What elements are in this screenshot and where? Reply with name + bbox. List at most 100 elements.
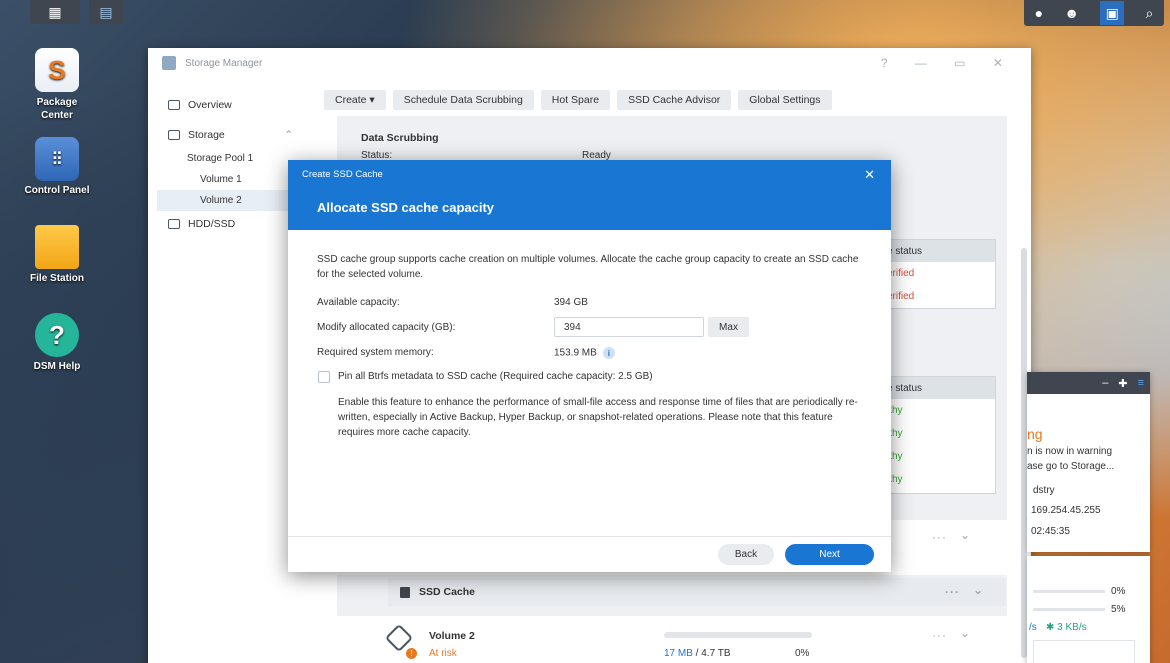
pin-metadata-label[interactable]: Pin all Btrfs metadata to SSD cache (Req…: [338, 371, 653, 382]
memory-value: 153.9 MB: [554, 347, 597, 359]
status-cell: lthy: [887, 451, 903, 462]
dialog-description: SSD cache group supports cache creation …: [317, 254, 859, 280]
data-scrubbing-title: Data Scrubbing: [361, 132, 439, 144]
net-download: ✱ 3 KB/s: [1046, 622, 1087, 633]
more-icon[interactable]: ···: [932, 530, 947, 544]
info-icon[interactable]: i: [602, 347, 615, 359]
main-menu-button[interactable]: ▦: [30, 0, 80, 24]
dialog-footer: Back Next: [288, 536, 891, 572]
usage-separator: /: [692, 648, 702, 659]
modify-capacity-label: Modify allocated capacity (GB):: [317, 322, 456, 333]
status-header: e status: [879, 377, 995, 399]
uptime: 02:45:35: [1031, 526, 1070, 537]
warning-icon: !: [406, 648, 417, 659]
ram-bar: [1033, 608, 1105, 611]
desktop-icon-control-panel[interactable]: ⫶⫶ Control Panel: [12, 137, 102, 196]
chevron-down-icon[interactable]: ⌄: [960, 626, 971, 640]
window-controls[interactable]: ? — ▭ ✕: [881, 56, 1015, 70]
chevron-down-icon[interactable]: ⌄: [973, 583, 984, 597]
memory-value-group: 153.9 MB i: [554, 347, 615, 359]
status-cell: lthy: [887, 405, 903, 416]
max-button[interactable]: Max: [708, 317, 749, 337]
system-health-widget: – ✚ ≡ ng n is now in warning ase go to S…: [1027, 372, 1150, 552]
used-value: 17 MB: [664, 648, 693, 659]
cpu-percent: 0%: [1111, 586, 1126, 597]
widgets-icon[interactable]: ▣: [1100, 1, 1125, 25]
menu-icon[interactable]: ≡: [1138, 377, 1144, 389]
status-header: e status: [879, 240, 995, 262]
file-station-icon: [35, 225, 79, 269]
next-button[interactable]: Next: [785, 544, 874, 565]
volume2-card[interactable]: ! Volume 2 At risk 17 MB / 4.7 TB 0% ···…: [337, 616, 1007, 663]
desktop-icon-dsm-help[interactable]: ? DSM Help: [12, 313, 102, 372]
schedule-scrubbing-button[interactable]: Schedule Data Scrubbing: [392, 90, 534, 110]
storage-icon: [168, 130, 180, 140]
sidebar-item-label: HDD/SSD: [188, 218, 236, 230]
ssd-cache-row[interactable]: SSD Cache ··· ⌄: [388, 578, 1006, 606]
ssd-cache-advisor-button[interactable]: SSD Cache Advisor: [617, 90, 732, 110]
dialog-small-title: Create SSD Cache: [302, 169, 383, 180]
chevron-down-icon[interactable]: ⌄: [960, 528, 971, 542]
usage-bar: [664, 632, 812, 638]
pin-icon[interactable]: ✚: [1118, 377, 1127, 390]
desktop-icon-label: Control Panel: [24, 185, 90, 196]
more-icon[interactable]: ···: [945, 585, 960, 599]
cpu-bar: [1033, 590, 1105, 593]
toolbar: Create ▾ Schedule Data Scrubbing Hot Spa…: [324, 90, 832, 110]
net-upload: /s: [1029, 622, 1037, 633]
ssd-cache-label: SSD Cache: [419, 586, 476, 598]
desktop-icon-label: File Station: [30, 273, 84, 284]
pin-metadata-checkbox[interactable]: [318, 371, 330, 383]
ram-percent: 5%: [1111, 604, 1126, 615]
sidebar-item-label: Overview: [188, 99, 232, 111]
create-button[interactable]: Create ▾: [324, 90, 386, 110]
usage-percent: 0%: [795, 648, 810, 659]
desktop-icon-file-station[interactable]: File Station: [12, 225, 102, 284]
sidebar-item-overview[interactable]: Overview: [148, 92, 318, 118]
sidebar-item-label: Storage: [188, 129, 225, 141]
status-cell: erified: [887, 268, 915, 279]
chevron-up-icon: ⌃: [284, 129, 293, 141]
more-icon[interactable]: ···: [932, 628, 947, 642]
taskbar-tray: ● ☻ ▣ ⌕: [1024, 0, 1164, 26]
storage-manager-task-button[interactable]: ▤: [89, 0, 123, 24]
status-cell: lthy: [887, 474, 903, 485]
memory-label: Required system memory:: [317, 347, 434, 358]
volume-name: Volume 2: [429, 630, 475, 642]
desktop-icon-label: DSM Help: [33, 361, 81, 372]
storage-manager-icon: [162, 56, 176, 70]
ip-address: 169.254.45.255: [1031, 505, 1101, 516]
back-button[interactable]: Back: [718, 544, 774, 565]
pin-metadata-description: Enable this feature to enhance the perfo…: [338, 397, 858, 438]
widget-header: – ✚ ≡: [1027, 372, 1150, 394]
hot-spare-button[interactable]: Hot Spare: [540, 90, 611, 110]
resource-monitor-widget: 0% 5% /s ✱ 3 KB/s: [1027, 556, 1150, 663]
search-icon[interactable]: ⌕: [1146, 5, 1154, 22]
status-cell: erified: [887, 291, 915, 302]
warning-line-2[interactable]: ase go to Storage...: [1027, 461, 1114, 472]
status-table-1: e status erified erified: [878, 239, 996, 309]
warning-title: ng: [1027, 426, 1043, 442]
volume-usage: 17 MB / 4.7 TB: [664, 648, 731, 659]
taskbar: ▦ ▤ ● ☻ ▣ ⌕: [0, 0, 1170, 26]
create-ssd-cache-dialog: Create SSD Cache Allocate SSD cache capa…: [288, 160, 891, 572]
ssd-cache-icon: [400, 586, 410, 598]
dialog-header: Create SSD Cache Allocate SSD cache capa…: [288, 160, 891, 230]
status-cell: lthy: [887, 428, 903, 439]
available-capacity-value: 394 GB: [554, 297, 588, 308]
status-table-2: e status lthy lthy lthy lthy: [878, 376, 996, 494]
volume-status: At risk: [429, 648, 457, 659]
user-icon[interactable]: ☻: [1064, 5, 1079, 21]
hdd-icon: [168, 219, 180, 229]
control-panel-icon: ⫶⫶: [35, 137, 79, 181]
minimize-icon[interactable]: –: [1102, 377, 1108, 389]
chat-icon[interactable]: ●: [1035, 5, 1043, 21]
desktop-icon-package-center[interactable]: S Package Center: [12, 48, 102, 122]
dialog-title: Allocate SSD cache capacity: [317, 200, 495, 215]
window-title: Storage Manager: [185, 57, 263, 69]
sidebar-item-storage[interactable]: Storage ⌃: [148, 122, 318, 148]
desktop-icon-label: Package Center: [36, 97, 78, 121]
close-icon[interactable]: ✕: [864, 167, 875, 183]
capacity-input[interactable]: [554, 317, 704, 337]
global-settings-button[interactable]: Global Settings: [738, 90, 832, 110]
